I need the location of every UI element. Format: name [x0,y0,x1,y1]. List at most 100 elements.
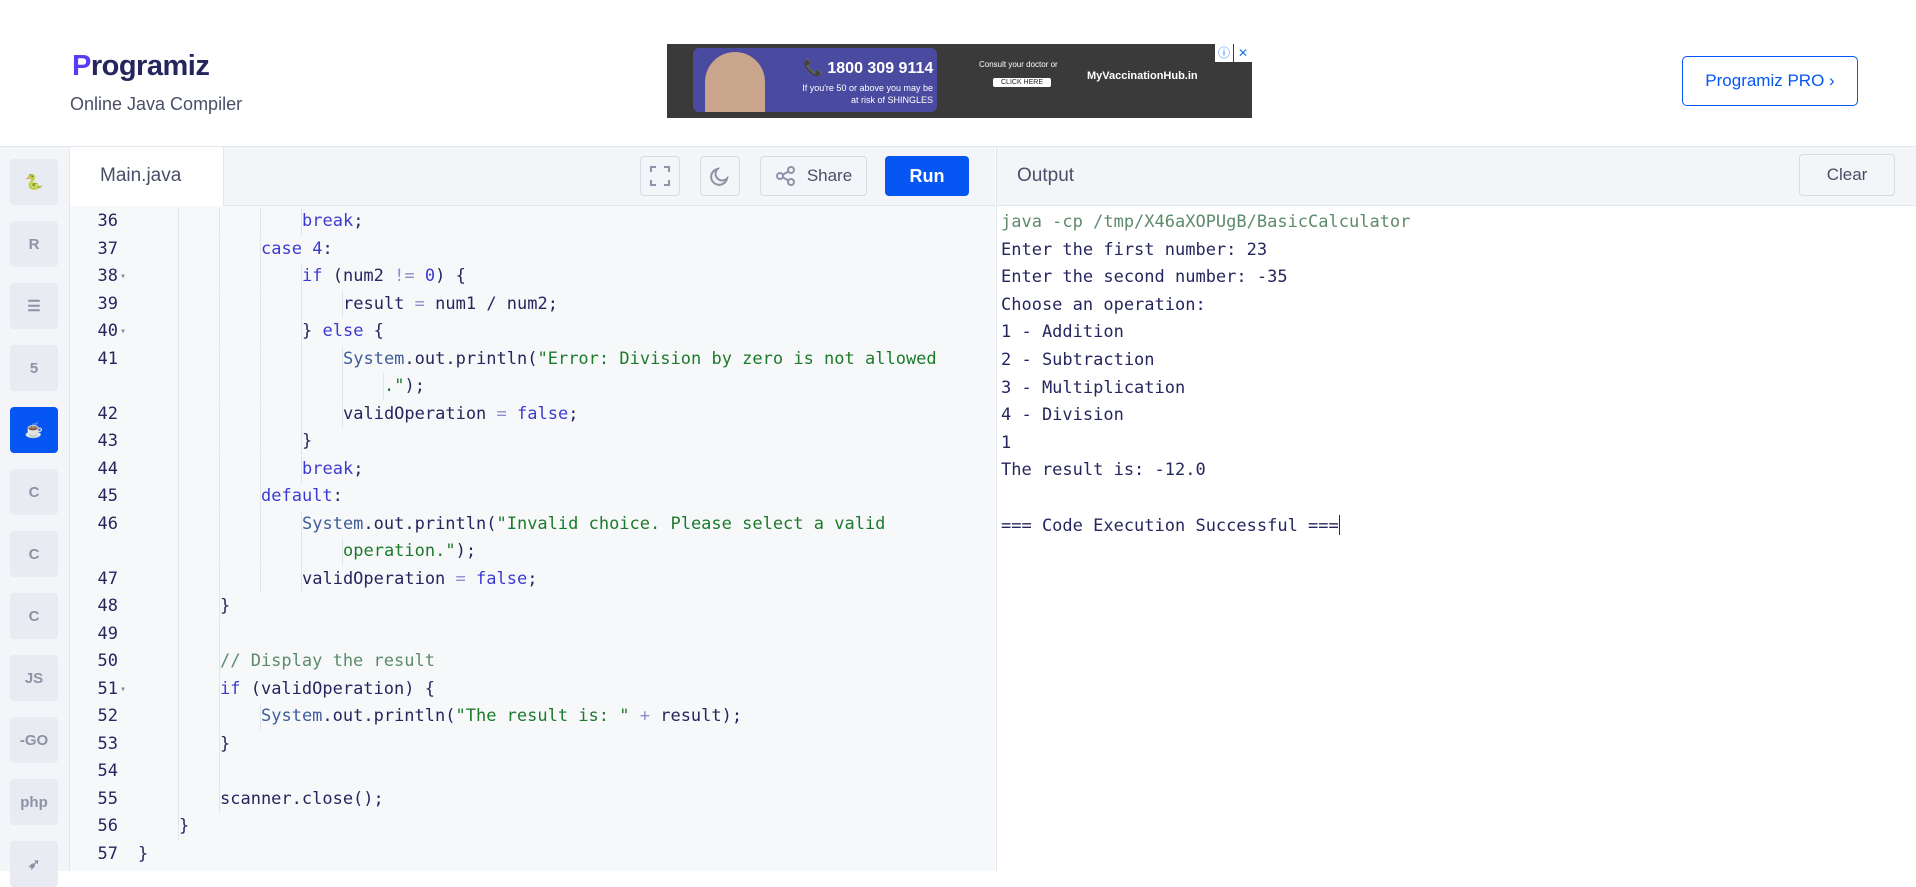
ad-image-panel[interactable]: 📞 1800 309 9114 If you're 50 or above yo… [693,48,937,112]
code-text: default: [261,486,343,506]
indent-guide [219,428,220,455]
code-line[interactable]: 41 System.out.println("Error: Division by… [70,345,980,373]
code-line[interactable]: 45 default: [70,483,980,510]
language-go-icon[interactable]: -GO [10,717,58,763]
code-line[interactable]: 42 validOperation = false; [70,400,980,428]
ad-click-here-button[interactable]: CLICK HERE [993,78,1052,87]
ad-banner[interactable]: 📞 1800 309 9114 If you're 50 or above yo… [667,44,1252,118]
code-line[interactable]: 43} [70,428,980,455]
programiz-logo[interactable]: Programiz [72,50,210,83]
code-line[interactable]: 48} [70,593,980,620]
indent-guide [178,648,179,675]
code-line[interactable]: 49 [70,620,980,648]
output-line: 4 - Division [1001,401,1124,429]
language-html-icon[interactable]: 5 [10,345,58,391]
code-text: validOperation = false; [302,568,538,589]
line-number: 49 [97,623,118,644]
indent-guide [260,400,261,428]
indent-guide [178,318,179,345]
fold-arrow-icon[interactable]: ▾ [120,318,126,345]
ad-consult-text: Consult your doctor or [979,60,1058,69]
code-line[interactable]: 36 break; [70,208,980,235]
ad-fine-print [957,100,1247,110]
code-text: // Display the result [220,651,435,671]
ad-close-icon[interactable]: ✕ [1234,44,1252,62]
indent-guide [260,373,261,400]
code-line[interactable]: 56} [70,813,980,840]
output-text: Choose an operation: [1001,294,1206,315]
code-line[interactable]: 44 break; [70,455,980,483]
output-text: 1 [1001,432,1012,453]
indent-guide [260,345,261,373]
output-text: java -cp /tmp/X46aXOPUgB/BasicCalculator [1001,212,1411,232]
code-line[interactable]: 46 System.out.println("Invalid choice. Pl… [70,510,980,538]
indent-guide [219,263,220,290]
indent-guide [178,565,179,593]
language-java-icon[interactable]: ☕ [10,407,58,453]
indent-guide [219,510,220,538]
code-line[interactable]: 38 ▾ if (num2 != 0) { [70,263,980,290]
language-cpp-icon[interactable]: C [10,531,58,577]
share-label: Share [806,166,853,185]
fold-arrow-icon[interactable]: ▾ [120,263,126,290]
ad-tagline-line-1: If you're 50 or above you may be [802,83,933,93]
site-header: Programiz Online Java Compiler 📞 1800 30… [0,0,1916,147]
indent-guide [301,400,302,428]
language-swift-icon[interactable]: ➶ [10,841,58,887]
indent-guide [178,620,179,648]
output-line: The result is: -12.0 [1001,456,1206,484]
share-button[interactable]: Share [760,156,867,196]
indent-guide [301,373,302,400]
output-text: 4 - Division [1001,405,1124,426]
language-c-icon[interactable]: C [10,469,58,515]
ad-phone-number: 📞 1800 309 9114 [803,60,934,77]
programiz-pro-button[interactable]: Programiz PRO › [1682,56,1858,106]
language-python-icon[interactable]: 🐍 [10,159,58,205]
code-line[interactable]: 57} [70,841,980,868]
output-line: Enter the first number: 23 [1001,236,1267,264]
code-line[interactable]: 55 scanner.close(); [70,785,980,813]
language-csharp-icon[interactable]: C [10,593,58,639]
code-line[interactable]: 50 // Display the result [70,648,980,675]
output-console[interactable]: java -cp /tmp/X46aXOPUgB/BasicCalculator… [996,206,1916,871]
file-tab-main-java[interactable]: Main.java [70,147,224,206]
indent-guide [219,620,220,648]
line-number: 52 [97,706,118,726]
code-text: break; [302,211,364,231]
output-title: Output [1017,165,1075,186]
output-text: The result is: -12.0 [1001,460,1206,481]
theme-toggle-button[interactable] [700,156,740,196]
output-command-line: java -cp /tmp/X46aXOPUgB/BasicCalculator [1001,208,1410,236]
indent-guide [178,483,179,510]
language-js-icon[interactable]: JS [10,655,58,701]
code-text: System.out.println("The result is: " + r… [261,706,743,726]
code-line[interactable]: 51 ▾ if (validOperation) { [70,675,980,703]
line-number: 55 [97,788,118,809]
fullscreen-button[interactable] [640,156,680,196]
indent-guide [260,428,261,455]
code-text: if (num2 != 0) { [302,266,466,286]
code-line[interactable]: 39 result = num1 / num2; [70,290,980,318]
language-php-icon[interactable]: php [10,779,58,825]
language-r-icon[interactable]: R [10,221,58,267]
editor-toolbar: Main.java Share Run [70,147,995,206]
ad-brand: MyVaccinationHub.in [1087,70,1198,82]
code-line[interactable]: ."); [70,373,980,400]
code-line[interactable]: 54 [70,758,980,785]
code-line[interactable]: 40 ▾} else { [70,318,980,345]
code-line[interactable]: 47 validOperation = false; [70,565,980,593]
fold-arrow-icon[interactable]: ▾ [120,676,126,703]
clear-output-button[interactable]: Clear [1799,154,1895,196]
indent-guide [260,208,261,235]
code-line[interactable]: operation."); [70,538,980,565]
indent-guide [178,675,179,703]
code-line[interactable]: 37 case 4: [70,235,980,263]
ad-info-icon[interactable]: ⓘ [1215,44,1233,62]
code-line[interactable]: 53} [70,730,980,758]
code-line[interactable]: 52 System.out.println("The result is: " +… [70,703,980,730]
code-text: } [302,431,313,451]
language-sql-icon[interactable]: ☰ [10,283,58,329]
run-button[interactable]: Run [885,156,969,196]
output-text: 3 - Multiplication [1001,377,1186,398]
code-editor[interactable]: ▴ 36break;37case 4:38▾if (num2 != 0) {39… [70,206,995,871]
